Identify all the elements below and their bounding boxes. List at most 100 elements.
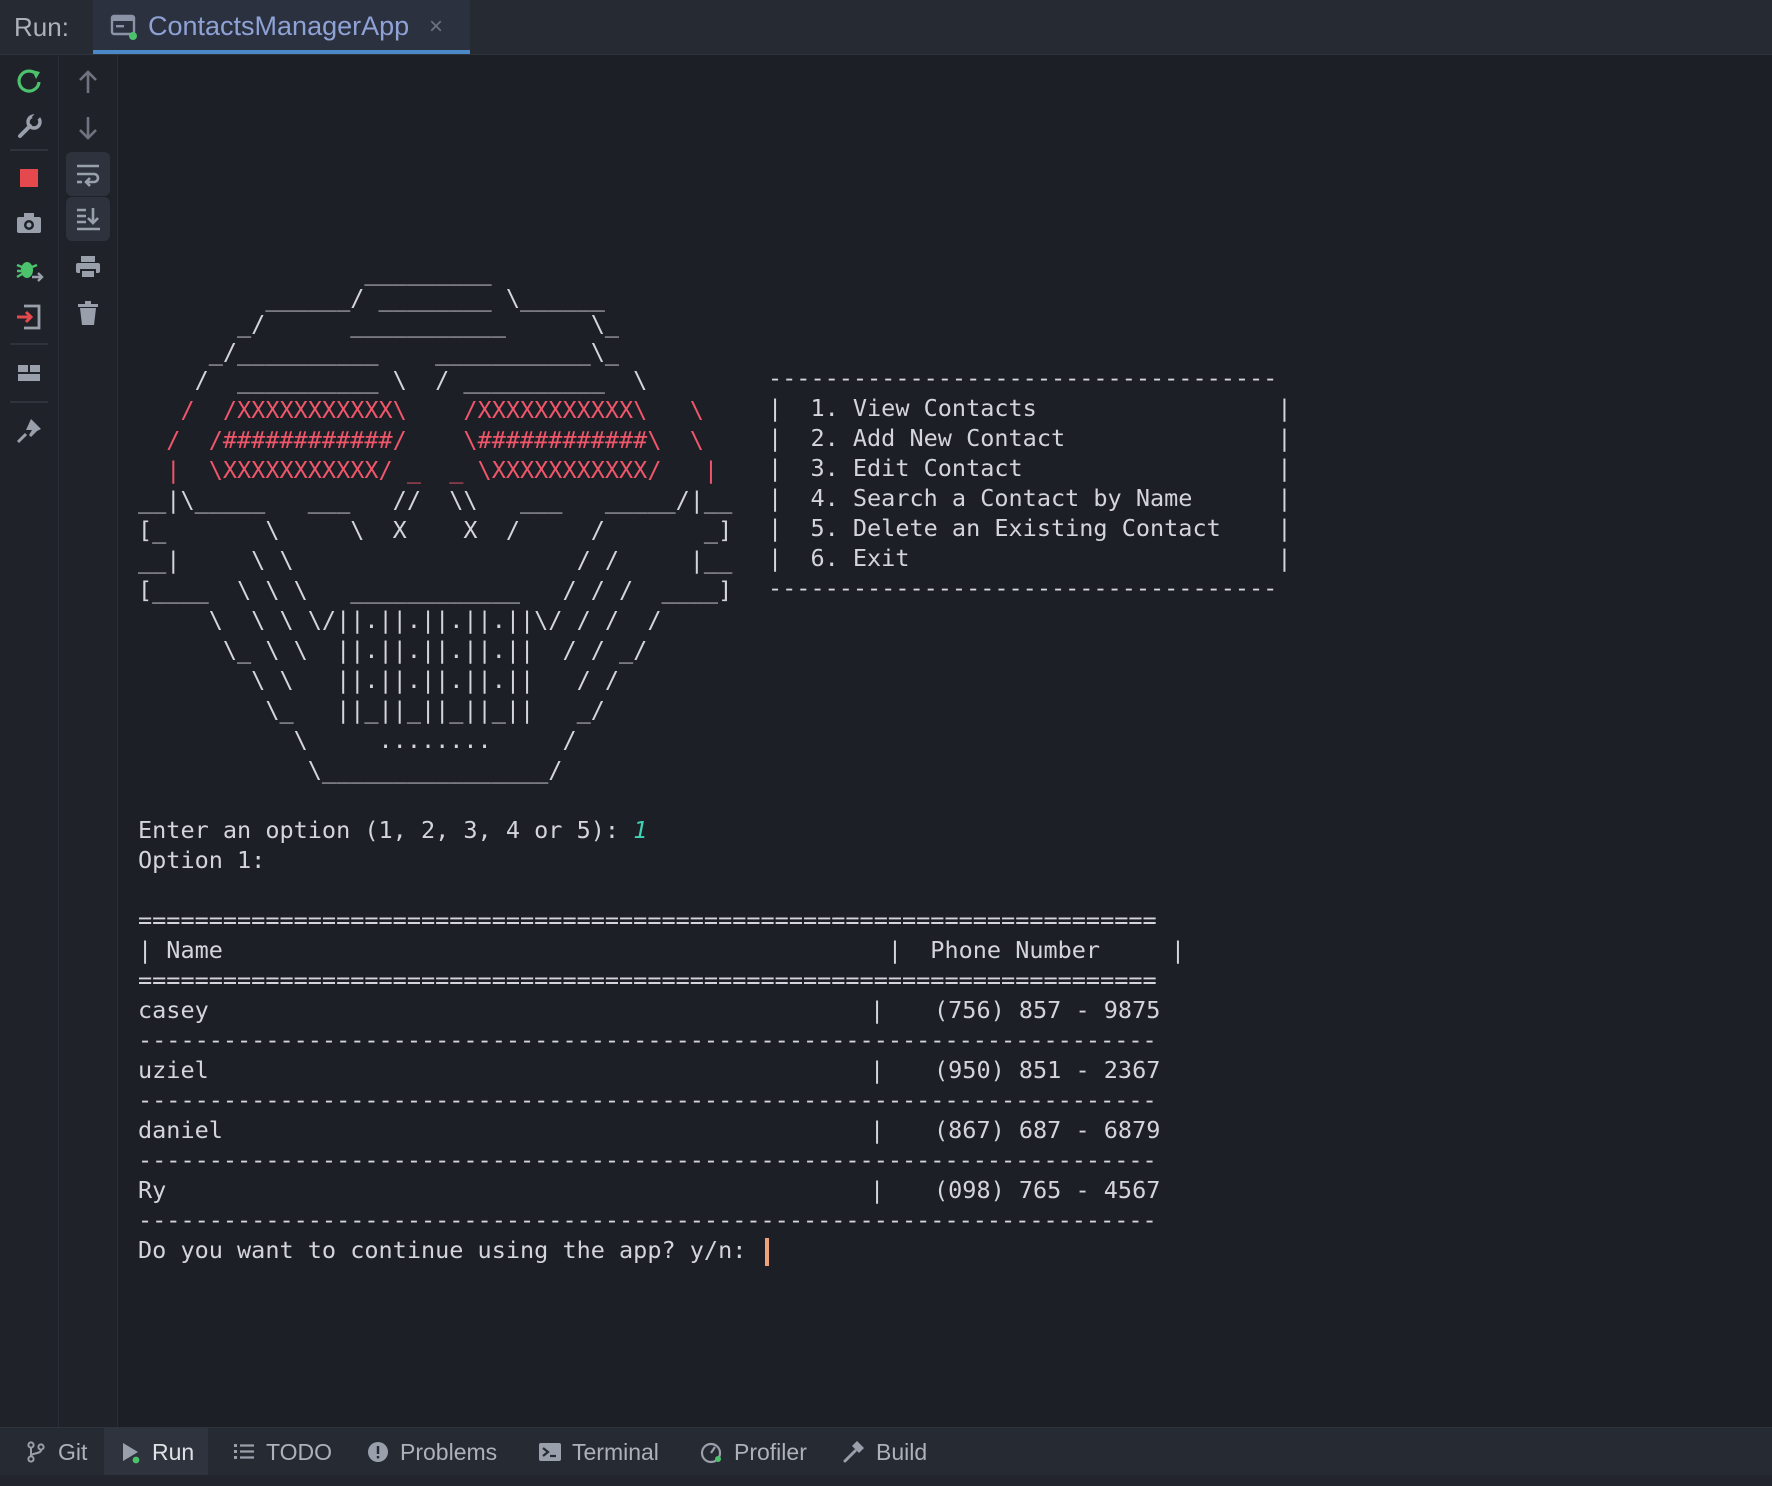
contact-phone: (756) 857 - 9875 [934, 996, 1161, 1024]
arrow-up-icon [79, 70, 97, 93]
column-separator: | [870, 1116, 885, 1144]
menu-border-top: ------------------------------------ [768, 364, 1278, 392]
tool-window-label: Profiler [734, 1438, 807, 1465]
tool-window-todo[interactable]: TODO [232, 1428, 332, 1476]
column-separator: | [870, 996, 885, 1024]
profiler-icon [700, 1442, 722, 1464]
continue-prompt[interactable]: Do you want to continue using the app? y… [138, 1233, 769, 1267]
tool-window-build[interactable]: Build [842, 1428, 927, 1476]
toolbar-separator [10, 401, 48, 403]
run-icon [123, 1443, 140, 1464]
tab-contacts-manager-app[interactable]: ContactsManagerApp × [93, 0, 470, 54]
previous-occurrence-button[interactable] [66, 60, 110, 104]
run-actions-toolbar [0, 55, 59, 1427]
camera-icon [17, 213, 41, 233]
dump-threads-button[interactable] [7, 201, 51, 245]
ascii-art-line: [____ \ \ \ ____________ / / / ____] [138, 576, 733, 604]
tool-window-git[interactable]: Git [14, 1428, 97, 1476]
tool-window-profiler[interactable]: Profiler [700, 1428, 807, 1476]
toolbar-separator [10, 343, 48, 345]
ascii-art-line: \_ \ \ ||.||.||.||.|| / / _/ [138, 636, 648, 664]
menu-item: | 3. Edit Contact | [768, 454, 1292, 482]
ascii-art-line: \ \ \ \/||.||.||.||.||\/ / / / [138, 606, 662, 634]
ascii-art-line: / /############/ \############\ \ [138, 426, 704, 454]
ascii-art-line: \ \ ||.||.||.||.|| / / [138, 666, 620, 694]
menu-item: | 2. Add New Contact | [768, 424, 1292, 452]
ascii-art-line: __| \ \ / / |__ [138, 546, 733, 574]
contact-phone: (950) 851 - 2367 [934, 1056, 1161, 1084]
modify-run-configuration-button[interactable] [7, 105, 51, 149]
tab-title: ContactsManagerApp [148, 11, 410, 41]
console-output[interactable]: _________ ______/ ________ \______ _/ __… [118, 55, 1772, 1427]
wrench-icon [18, 112, 42, 138]
option-prompt: Enter an option (1, 2, 3, 4 or 5): 1 [138, 813, 647, 847]
pin-icon [16, 419, 41, 444]
debug-attach-button[interactable] [7, 248, 51, 292]
option-prompt-text: Enter an option (1, 2, 3, 4 or 5): [138, 816, 634, 844]
soft-wrap-button[interactable] [66, 152, 110, 196]
stop-icon [20, 169, 38, 187]
pin-tab-button[interactable] [7, 409, 51, 453]
rerun-icon [17, 69, 41, 93]
stop-button[interactable] [7, 154, 51, 198]
rerun-button[interactable] [7, 59, 51, 103]
problems-icon [368, 1442, 388, 1462]
application-icon [110, 14, 137, 40]
soft-wrap-icon [77, 164, 100, 187]
next-occurrence-button[interactable] [66, 106, 110, 150]
tool-window-terminal[interactable]: Terminal [538, 1428, 659, 1476]
tool-window-label: Problems [400, 1438, 498, 1465]
run-label: Run: [14, 12, 69, 42]
column-separator: | [870, 1056, 885, 1084]
contact-name: casey [138, 996, 209, 1024]
tool-window-label: Run [152, 1438, 195, 1465]
arrow-down-icon [79, 117, 97, 140]
table-rule: ========================================… [138, 966, 1157, 994]
menu-item: | 4. Search a Contact by Name | [768, 484, 1292, 512]
ascii-art-line: [_ \ \ X X / / _] [138, 516, 733, 544]
tool-window-label: TODO [266, 1438, 333, 1465]
table-rule: ========================================… [138, 906, 1157, 934]
table-header: | Name | Phone Number | [138, 936, 1185, 964]
continue-prompt-text: Do you want to continue using the app? y… [138, 1236, 761, 1264]
exit-button[interactable] [7, 295, 51, 339]
ascii-art-line: / /XXXXXXXXXXX\ /XXXXXXXXXXX\ \ [138, 396, 704, 424]
column-separator: | [870, 1176, 885, 1204]
restore-layout-button[interactable] [7, 351, 51, 395]
scroll-to-end-button[interactable] [66, 197, 110, 241]
tool-window-label: Build [876, 1438, 928, 1465]
tool-window-problems[interactable]: Problems [366, 1428, 497, 1476]
tool-window-label: Terminal [572, 1438, 659, 1465]
trash-icon [78, 301, 98, 325]
ascii-art-line: | \XXXXXXXXXXX/ _ _ \XXXXXXXXXXX/ | [138, 456, 719, 484]
hammer-icon [843, 1441, 864, 1463]
ascii-art-line: __|\_____ ___ // \\ ___ _____/|__ [138, 486, 733, 514]
ascii-art-line: \_ ||_||_||_||_|| _/ [138, 696, 605, 724]
contact-phone: (867) 687 - 6879 [934, 1116, 1161, 1144]
status-bar [0, 1475, 1772, 1486]
tool-window-bar: Git Run TODO Problems Terminal Profiler … [0, 1427, 1772, 1476]
contact-name: Ry [138, 1176, 167, 1204]
print-button[interactable] [66, 245, 110, 289]
run-tool-window-header: Run: ContactsManagerApp × [0, 0, 1772, 55]
contact-name: uziel [138, 1056, 209, 1084]
ascii-art-line: \________________/ [138, 756, 563, 784]
menu-item: | 6. Exit | [768, 544, 1292, 572]
option-input-echo: 1 [633, 816, 648, 844]
bug-icon [16, 262, 44, 282]
toolbar-separator [10, 149, 48, 151]
printer-icon [76, 256, 100, 279]
row-rule: ----------------------------------------… [138, 1026, 1157, 1054]
ascii-art-line: \ ........ / [138, 726, 577, 754]
console-actions-toolbar [59, 55, 118, 1427]
exit-icon [17, 304, 41, 330]
git-branch-icon [27, 1441, 45, 1463]
terminal-icon [539, 1443, 561, 1461]
todo-list-icon [234, 1444, 254, 1459]
clear-all-button[interactable] [66, 291, 110, 335]
row-rule: ----------------------------------------… [138, 1206, 1157, 1234]
close-tab-icon[interactable]: × [429, 13, 443, 41]
scroll-to-end-icon [77, 208, 100, 231]
row-rule: ----------------------------------------… [138, 1086, 1157, 1114]
tool-window-run[interactable]: Run [104, 1428, 209, 1476]
